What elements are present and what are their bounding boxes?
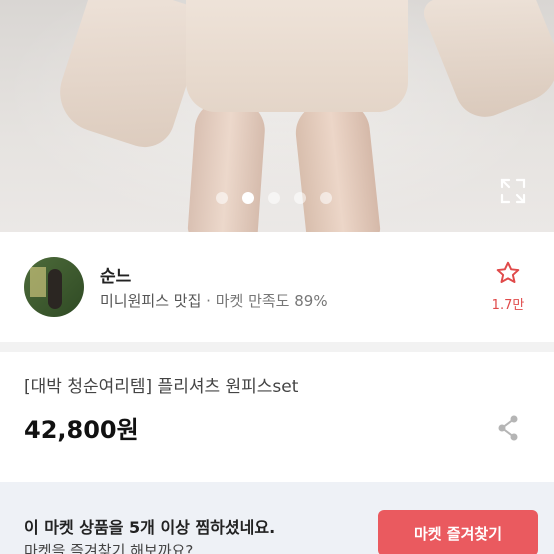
seller-info-row[interactable]: 순느 미니원피스 맛집 · 마켓 만족도 89% 1.7만: [0, 232, 554, 342]
star-outline-icon: [496, 261, 520, 283]
carousel-indicator: [216, 192, 332, 204]
carousel-dot[interactable]: [320, 192, 332, 204]
banner-question: 마켓을 즐겨찾기 해보까요?: [24, 542, 194, 554]
carousel-dot[interactable]: [268, 192, 280, 204]
avatar-photo-figure: [48, 269, 62, 309]
photo-skirt: [186, 0, 408, 112]
fullscreen-expand-icon[interactable]: [500, 178, 526, 204]
carousel-dot[interactable]: [216, 192, 228, 204]
seller-avatar[interactable]: [24, 257, 84, 317]
market-satisfaction: 마켓 만족도 89%: [215, 292, 328, 310]
product-title: [대박 청순여리템] 플리셔츠 원피스set: [24, 377, 299, 397]
seller-name[interactable]: 순느: [100, 262, 131, 287]
product-image-carousel[interactable]: [0, 0, 554, 232]
avatar-photo-light: [30, 267, 46, 297]
product-price: 42,800원: [24, 416, 139, 444]
banner-message: 이 마켓 상품을 5개 이상 찜하셨네요.: [24, 518, 276, 537]
carousel-dot-active[interactable]: [242, 192, 254, 204]
seller-tagline: 미니원피스 맛집: [100, 292, 202, 310]
favorite-market-banner: 이 마켓 상품을 5개 이상 찜하셨네요. 마켓을 즐겨찾기 해보까요? 마켓 …: [0, 482, 554, 554]
separator-dot: ·: [206, 292, 211, 310]
favorite-market-button[interactable]: 마켓 즐겨찾기: [378, 510, 538, 554]
favorite-button[interactable]: 1.7만: [486, 260, 530, 313]
favorite-count: 1.7만: [491, 298, 525, 313]
carousel-dot[interactable]: [294, 192, 306, 204]
seller-subtitle: 미니원피스 맛집 · 마켓 만족도 89%: [100, 290, 328, 311]
share-icon[interactable]: [496, 414, 520, 442]
photo-leg-left: [187, 97, 267, 232]
section-divider: [0, 342, 554, 352]
